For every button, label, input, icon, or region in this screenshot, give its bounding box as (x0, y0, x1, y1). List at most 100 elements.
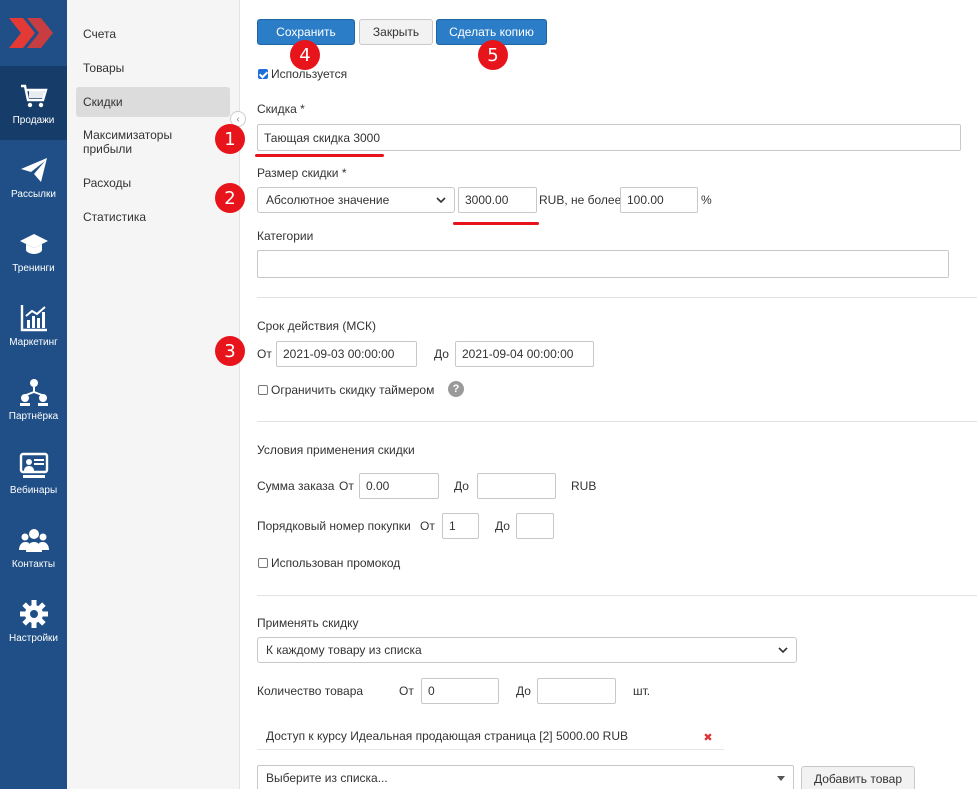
dropdown-arrow-icon (777, 775, 785, 781)
webinar-icon (19, 452, 48, 478)
rail-item-label: Продажи (12, 114, 55, 126)
submenu-item-expenses[interactable]: Расходы (76, 173, 230, 193)
graduation-cap-icon (19, 233, 48, 254)
chevron-down-icon (778, 646, 788, 653)
discount-size-label: Размер скидки * (257, 166, 347, 180)
discount-name-value: Тающая скидка 3000 (264, 130, 381, 145)
remove-product-icon[interactable]: ✖ (703, 732, 713, 744)
logo[interactable] (0, 0, 67, 66)
rail-item-sales[interactable]: Продажи (0, 66, 67, 140)
rail-item-trainings[interactable]: Тренинги (0, 214, 67, 288)
promo-label: Использован промокод (271, 556, 401, 570)
order-sum-from-value: 0.00 (366, 479, 390, 493)
rail-item-webinars[interactable]: Вебинары (0, 436, 67, 510)
submenu-item-label: Скидки (83, 95, 123, 109)
product-list-item: Доступ к курсу Идеальная продающая стран… (257, 722, 724, 750)
submenu-item-label: Счета (83, 27, 117, 41)
annotation-badge-1: 1 (215, 124, 245, 154)
order-sum-from-label: От (339, 479, 354, 493)
quantity-to-label: До (516, 684, 531, 698)
period-label: Срок действия (МСК) (257, 319, 377, 333)
discount-max-value: 100.00 (627, 193, 664, 207)
timer-checkbox[interactable] (258, 385, 268, 395)
quantity-label: Количество товара (257, 684, 364, 698)
percent-label: % (701, 193, 712, 207)
rail-item-label: Партнёрка (8, 410, 59, 422)
rail-item-settings[interactable]: Настройки (0, 584, 67, 658)
annotation-badge-3: 3 (215, 336, 245, 366)
discount-name-label: Скидка * (257, 102, 305, 116)
discount-type-select[interactable]: Абсолютное значение (257, 187, 455, 213)
section-divider (257, 595, 977, 596)
product-select[interactable]: Выберите из списка... (257, 765, 794, 789)
period-to-label: До (434, 347, 449, 361)
section-divider (257, 297, 977, 298)
rail-item-partners[interactable]: Партнёрка (0, 362, 67, 436)
save-button-label: Сохранить (276, 25, 336, 39)
paper-plane-icon (20, 157, 47, 182)
order-number-from-input[interactable]: 1 (442, 513, 479, 539)
rail-item-label: Вебинары (9, 484, 58, 496)
order-sum-currency: RUB (571, 479, 597, 493)
add-product-label: Добавить товар (814, 772, 902, 786)
discount-value-input[interactable]: 3000.00 (458, 187, 537, 213)
submenu-item-products[interactable]: Товары (76, 58, 230, 78)
rail-item-marketing[interactable]: Маркетинг (0, 288, 67, 362)
icon-rail: Продажи Рассылки Тренинги Маркетинг Парт… (0, 0, 67, 789)
order-sum-from-input[interactable]: 0.00 (359, 473, 439, 499)
annotation-underline-1 (255, 154, 384, 157)
discount-max-input[interactable]: 100.00 (620, 187, 698, 213)
conditions-label: Условия применения скидки (257, 443, 415, 457)
chevron-left-icon: ‹ (236, 113, 240, 125)
chart-icon (20, 304, 47, 331)
submenu-item-statistics[interactable]: Статистика (76, 207, 230, 227)
submenu-item-invoices[interactable]: Счета (76, 24, 230, 44)
submenu-item-label: Максимизаторы прибыли (83, 128, 173, 156)
rail-item-label: Тренинги (12, 262, 55, 274)
submenu-item-label: Товары (83, 61, 125, 75)
logo-chevrons-icon (8, 18, 53, 48)
categories-input[interactable] (257, 250, 949, 278)
rail-item-label: Рассылки (11, 188, 56, 200)
rail-item-label: Маркетинг (9, 336, 58, 348)
section-divider (257, 421, 977, 422)
promo-checkbox[interactable] (258, 558, 268, 568)
quantity-to-input[interactable] (537, 678, 616, 704)
rail-item-label: Настройки (8, 632, 59, 644)
close-button[interactable]: Закрыть (359, 19, 433, 45)
order-number-to-input[interactable] (516, 513, 554, 539)
period-to-value: 2021-09-04 00:00:00 (462, 347, 574, 361)
annotation-badge-5: 5 (478, 40, 508, 70)
quantity-from-input[interactable]: 0 (421, 678, 499, 704)
submenu-item-label: Статистика (83, 210, 147, 224)
rail-item-mailings[interactable]: Рассылки (0, 140, 67, 214)
cart-icon (20, 84, 48, 107)
discount-name-input[interactable]: Тающая скидка 3000 (257, 124, 961, 151)
help-glyph: ? (452, 383, 460, 395)
app: Продажи Рассылки Тренинги Маркетинг Парт… (0, 0, 979, 789)
rail-item-contacts[interactable]: Контакты (0, 510, 67, 584)
submenu-item-discounts[interactable]: Скидки (76, 87, 230, 117)
close-button-label: Закрыть (372, 25, 420, 39)
timer-label: Ограничить скидку таймером (271, 383, 435, 397)
add-product-button[interactable]: Добавить товар (801, 766, 915, 789)
partners-icon (19, 378, 48, 406)
period-to-input[interactable]: 2021-09-04 00:00:00 (455, 341, 594, 367)
order-sum-to-label: До (454, 479, 469, 493)
copy-button-label: Сделать копию (449, 25, 534, 39)
active-checkbox[interactable] (258, 69, 268, 79)
period-from-input[interactable]: 2021-09-03 00:00:00 (276, 341, 417, 367)
order-sum-label: Сумма заказа (257, 479, 335, 493)
order-sum-to-input[interactable] (477, 473, 556, 499)
gear-icon (19, 599, 48, 628)
apply-select[interactable]: К каждому товару из списка (257, 637, 797, 663)
submenu-item-maximizers[interactable]: Максимизаторы прибыли (76, 126, 186, 158)
categories-label: Категории (257, 229, 314, 243)
rail-item-label: Контакты (11, 558, 56, 570)
annotation-badge-2: 2 (215, 183, 245, 213)
chevron-down-icon (436, 196, 446, 203)
help-icon[interactable]: ? (448, 381, 464, 397)
annotation-underline-2 (453, 222, 539, 225)
period-from-label: От (257, 347, 272, 361)
product-select-placeholder: Выберите из списка... (266, 771, 388, 785)
